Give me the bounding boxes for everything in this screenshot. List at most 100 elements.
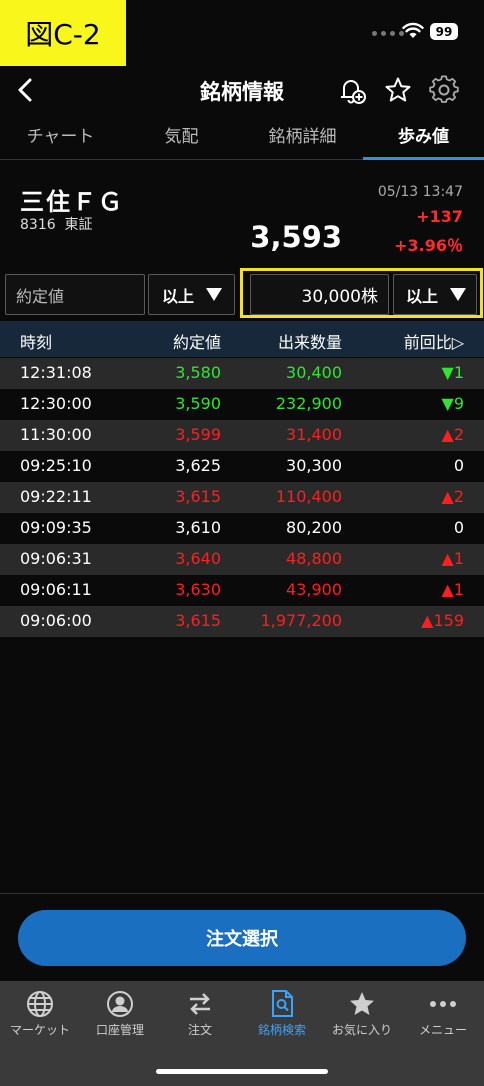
tabbar-label: 銘柄検索 <box>257 1023 306 1037</box>
cell-volume: 110,400 <box>275 487 342 506</box>
table-row: 09:06:11 3,630 43,900 ▲1 <box>0 575 484 606</box>
price-condition-dropdown[interactable]: 以上 <box>148 274 235 315</box>
document-search-icon <box>272 990 293 1017</box>
cell-price: 3,599 <box>175 425 221 444</box>
cell-diff: ▲1 <box>441 549 464 568</box>
cell-price: 3,580 <box>175 363 221 382</box>
figure-label: 図C-2 <box>0 0 126 66</box>
header-price: 約定値 <box>172 333 221 352</box>
stock-name: 三住ＦＧ <box>20 188 124 216</box>
cell-time: 11:30:00 <box>20 425 92 444</box>
cell-price: 3,610 <box>175 518 221 537</box>
tabbar-account[interactable]: 口座管理 <box>80 987 160 1038</box>
cell-volume: 43,900 <box>286 580 342 599</box>
cell-time: 09:06:31 <box>20 549 92 568</box>
table-row: 09:09:35 3,610 80,200 0 <box>0 513 484 544</box>
dropdown-arrow-icon <box>450 288 466 301</box>
more-dots-icon <box>430 1001 456 1007</box>
cell-time: 12:30:00 <box>20 394 92 413</box>
table-row: 09:06:00 3,615 1,977,200 ▲159 <box>0 606 484 637</box>
order-select-button[interactable]: 注文選択 <box>18 910 466 966</box>
tabbar-stock-search[interactable]: 銘柄検索 <box>242 987 322 1038</box>
tab-chart[interactable]: チャート <box>0 114 121 159</box>
gear-icon <box>429 75 459 103</box>
cell-volume: 232,900 <box>275 394 342 413</box>
table-row: 09:22:11 3,615 110,400 ▲2 <box>0 482 484 513</box>
battery-icon: 99 <box>430 23 458 40</box>
current-price: 3,593 <box>250 220 342 254</box>
globe-icon <box>27 991 53 1017</box>
tab-bar-top: チャート 気配 銘柄詳細 歩み値 <box>0 114 484 160</box>
cell-volume: 80,200 <box>286 518 342 537</box>
star-icon <box>350 992 374 1015</box>
wifi-icon <box>402 22 424 38</box>
alert-add-button[interactable] <box>334 72 370 108</box>
favorite-button[interactable] <box>380 72 416 108</box>
settings-button[interactable] <box>426 72 462 108</box>
signal-dots-icon <box>372 31 404 36</box>
tab-time-and-sales[interactable]: 歩み値 <box>363 114 484 160</box>
cell-diff: ▲159 <box>421 611 464 630</box>
chevron-left-icon <box>18 78 32 102</box>
price-condition-label: 以上 <box>162 286 195 306</box>
tabbar-label: お気に入り <box>331 1023 392 1037</box>
tabbar-label: メニュー <box>418 1023 467 1037</box>
cell-volume: 30,400 <box>286 363 342 382</box>
table-row: 09:25:10 3,625 30,300 0 <box>0 451 484 482</box>
price-timestamp: 05/13 13:47 <box>377 184 463 200</box>
bell-plus-icon <box>341 80 366 104</box>
cell-volume: 48,800 <box>286 549 342 568</box>
cell-price: 3,615 <box>175 611 221 630</box>
cell-time: 09:06:00 <box>20 611 92 630</box>
back-button[interactable] <box>10 74 40 106</box>
nav-bar: 銘柄情報 <box>0 66 484 114</box>
cell-volume: 30,300 <box>286 456 342 475</box>
cell-time: 09:06:11 <box>20 580 92 599</box>
tabbar-label: 口座管理 <box>95 1023 144 1037</box>
cell-time: 09:09:35 <box>20 518 92 537</box>
table-row: 11:30:00 3,599 31,400 ▲2 <box>0 420 484 451</box>
cell-diff: 0 <box>453 456 464 475</box>
price-change: +137 <box>416 207 463 226</box>
price-change-percent: +3.96％ <box>394 236 463 255</box>
star-outline-icon <box>385 77 411 102</box>
cell-diff: ▲1 <box>441 580 464 599</box>
tab-quote[interactable]: 気配 <box>121 114 242 159</box>
cell-price: 3,615 <box>175 487 221 506</box>
table-row: 12:30:00 3,590 232,900 ▼9 <box>0 389 484 420</box>
table-row: 09:06:31 3,640 48,800 ▲1 <box>0 544 484 575</box>
cell-diff: ▼9 <box>441 394 464 413</box>
tabbar-order[interactable]: 注文 <box>160 987 240 1038</box>
volume-condition-dropdown[interactable]: 以上 <box>393 274 477 315</box>
table-row: 12:31:08 3,580 30,400 ▼1 <box>0 358 484 389</box>
cell-price: 3,625 <box>175 456 221 475</box>
cell-volume: 31,400 <box>286 425 342 444</box>
cell-time: 12:31:08 <box>20 363 92 382</box>
person-icon <box>107 991 133 1017</box>
tabbar-favorites[interactable]: お気に入り <box>322 987 402 1038</box>
trades-table: 12:31:08 3,580 30,400 ▼1 12:30:00 3,590 232,90… <box>0 358 484 637</box>
cell-diff: ▼1 <box>441 363 464 382</box>
cell-time: 09:22:11 <box>20 487 92 506</box>
table-header: 時刻 約定値 出来数量 前回比▷ <box>0 321 484 357</box>
tabbar-label: 注文 <box>187 1023 212 1037</box>
header-time: 時刻 <box>20 333 53 352</box>
swap-arrows-icon <box>190 993 210 1015</box>
tabbar-label: マーケット <box>9 1023 70 1037</box>
bottom-action-area: 注文選択 <box>0 893 484 981</box>
header-volume: 出来数量 <box>277 333 342 352</box>
dropdown-arrow-icon <box>206 288 222 301</box>
stock-market: 東証 <box>64 217 93 233</box>
cell-time: 09:25:10 <box>20 456 92 475</box>
cell-price: 3,640 <box>175 549 221 568</box>
tabbar-menu[interactable]: メニュー <box>403 987 483 1038</box>
cell-price: 3,630 <box>175 580 221 599</box>
header-diff[interactable]: 前回比▷ <box>404 329 464 353</box>
price-filter-input[interactable]: 約定値 <box>5 274 145 315</box>
volume-filter-input[interactable]: 30,000株 <box>250 274 389 315</box>
volume-condition-label: 以上 <box>406 286 439 306</box>
tabbar-market[interactable]: マーケット <box>0 987 80 1038</box>
home-indicator[interactable] <box>156 1069 328 1074</box>
cell-price: 3,590 <box>175 394 221 413</box>
tab-details[interactable]: 銘柄詳細 <box>242 114 363 159</box>
